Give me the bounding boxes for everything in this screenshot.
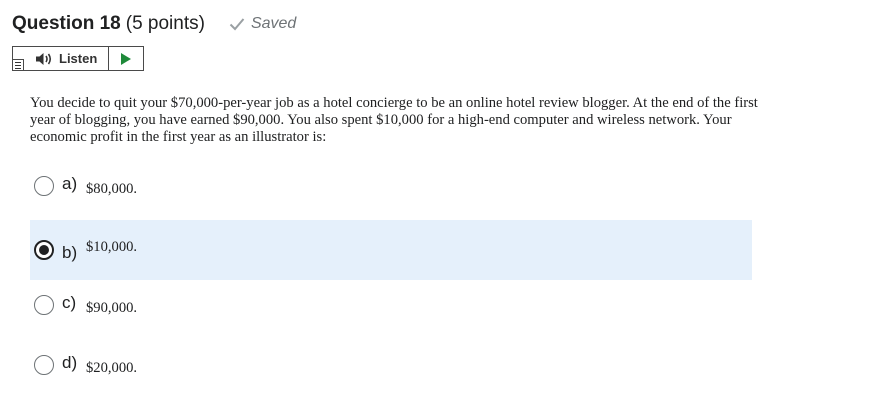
check-icon	[229, 18, 245, 31]
menu-icon[interactable]	[13, 59, 24, 70]
question-points: (5 points)	[125, 13, 205, 34]
play-button[interactable]	[109, 47, 143, 70]
radio-button[interactable]	[34, 176, 54, 196]
radio-button[interactable]	[34, 355, 54, 375]
option-text: $80,000.	[86, 180, 138, 197]
option-text: $90,000.	[86, 299, 138, 316]
option-text: $20,000.	[86, 359, 138, 376]
question-title: Question 18	[12, 13, 121, 34]
listen-label: Listen	[59, 51, 98, 66]
option-letter: c)	[62, 293, 77, 312]
listen-widget: Listen	[12, 46, 144, 71]
option-b[interactable]: b) $10,000.	[30, 220, 752, 280]
radio-button[interactable]	[34, 240, 54, 260]
question-text: You decide to quit your $70,000-per-year…	[30, 95, 758, 145]
option-a[interactable]: a) $80,000.	[30, 172, 752, 200]
speaker-icon	[36, 52, 52, 65]
listen-button[interactable]: Listen	[13, 47, 109, 70]
option-letter: b)	[62, 243, 78, 262]
option-c[interactable]: c) $90,000.	[30, 291, 752, 319]
saved-status: Saved	[229, 15, 296, 33]
play-icon	[121, 52, 131, 65]
saved-label: Saved	[250, 15, 297, 32]
radio-button[interactable]	[34, 295, 54, 315]
question-header: Question 18 (5 points) Saved	[12, 12, 296, 36]
option-text: $10,000.	[86, 238, 138, 255]
option-d[interactable]: d) $20,000.	[30, 351, 752, 379]
option-letter: a)	[62, 174, 78, 193]
option-letter: d)	[62, 353, 78, 372]
